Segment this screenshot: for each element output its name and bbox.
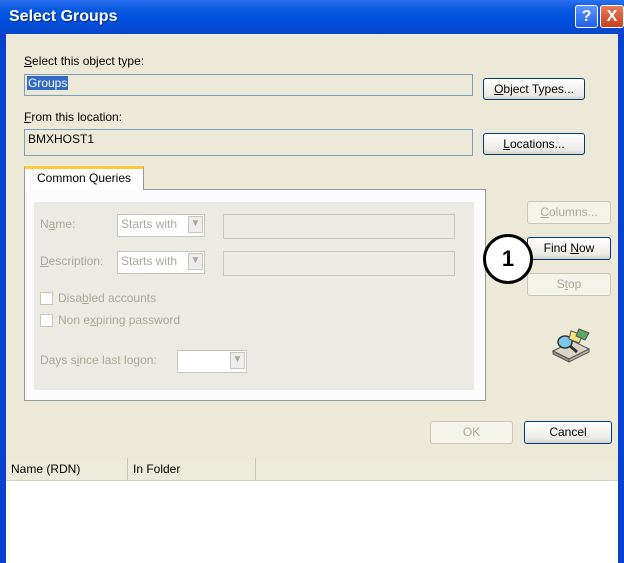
days-since-logon-label: Days since last logon: <box>40 353 157 367</box>
location-label: From this location: <box>24 110 123 124</box>
queries-group: Name: Starts with ▼ Description: Starts … <box>34 202 474 390</box>
location-value: BMXHOST1 <box>28 132 95 146</box>
columns-button[interactable]: Columns... <box>527 201 611 224</box>
cancel-button[interactable]: Cancel <box>524 421 612 444</box>
object-type-field: Groups <box>24 74 473 96</box>
search-animation-icon <box>549 327 593 365</box>
description-label: Description: <box>40 254 104 268</box>
find-now-button[interactable]: Find Now <box>527 237 611 260</box>
help-button[interactable]: ? <box>575 5 598 28</box>
close-button[interactable]: X <box>600 5 624 28</box>
stop-button[interactable]: Stop <box>527 273 611 296</box>
object-types-button[interactable]: Object Types... <box>483 78 585 100</box>
window-border-right <box>618 34 624 563</box>
select-groups-dialog: Select Groups ? X Select this object typ… <box>0 0 624 563</box>
description-match-combo[interactable]: Starts with ▼ <box>117 251 205 274</box>
disabled-accounts-label: Disabled accounts <box>58 291 157 305</box>
name-label: Name: <box>40 217 76 231</box>
results-header: Name (RDN) In Folder <box>6 458 618 481</box>
description-text-field[interactable] <box>223 251 455 276</box>
common-queries-panel: Name: Starts with ▼ Description: Starts … <box>24 189 486 401</box>
column-header-name[interactable]: Name (RDN) <box>6 458 128 480</box>
search-results-list[interactable]: Name (RDN) In Folder <box>6 458 618 563</box>
name-text-field[interactable] <box>223 214 455 239</box>
chevron-down-icon[interactable]: ▼ <box>230 352 245 369</box>
title-bar: Select Groups ? X <box>0 0 624 34</box>
non-expiring-password-label: Non expiring password <box>58 313 181 327</box>
callout-marker: 1 <box>483 234 533 284</box>
object-type-value: Groups <box>27 76 69 90</box>
location-field: BMXHOST1 <box>24 129 473 156</box>
chevron-down-icon[interactable]: ▼ <box>188 253 203 270</box>
column-header-folder[interactable]: In Folder <box>128 458 256 480</box>
days-since-logon-combo[interactable]: ▼ <box>177 350 247 373</box>
non-expiring-password-checkbox[interactable] <box>40 314 53 327</box>
chevron-down-icon[interactable]: ▼ <box>188 216 203 233</box>
description-combo-value: Starts with <box>121 254 178 268</box>
name-match-combo[interactable]: Starts with ▼ <box>117 214 205 237</box>
ok-button[interactable]: OK <box>430 421 513 444</box>
name-combo-value: Starts with <box>121 217 178 231</box>
dialog-title: Select Groups <box>9 8 118 25</box>
disabled-accounts-checkbox[interactable] <box>40 292 53 305</box>
locations-button[interactable]: Locations... <box>483 133 585 155</box>
tab-common-queries[interactable]: Common Queries <box>24 166 144 190</box>
object-type-label: Select this object type: <box>24 54 145 68</box>
